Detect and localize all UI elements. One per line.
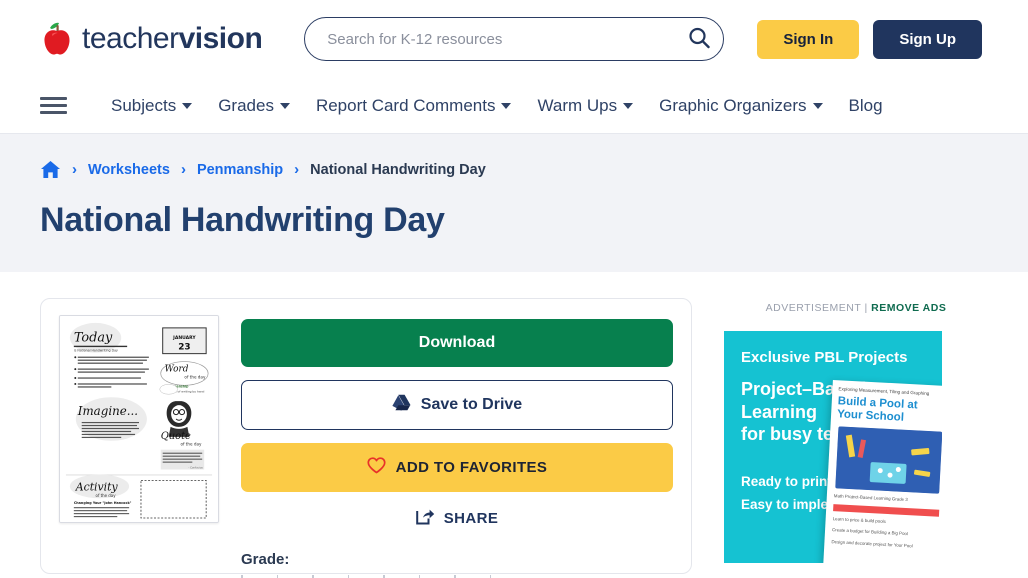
heart-icon: [367, 457, 386, 478]
advertisement-column: ADVERTISEMENT | REMOVE ADS Exclusive PBL…: [724, 298, 988, 574]
resource-card: Today is National Handwriting Day JANUAR…: [40, 298, 692, 578]
svg-text:of the day: of the day: [184, 374, 206, 379]
hamburger-icon[interactable]: [40, 97, 67, 114]
svg-text:Activity: Activity: [75, 480, 119, 493]
ad-book-title: Build a Pool at Your School: [836, 395, 918, 424]
chevron-down-icon: [501, 102, 512, 109]
main-navigation: Subjects Grades Report Card Comments War…: [0, 78, 1028, 134]
share-button[interactable]: SHARE: [241, 496, 673, 541]
save-to-drive-label: Save to Drive: [420, 396, 523, 413]
search-button[interactable]: [688, 27, 710, 52]
nav-label: Blog: [848, 95, 883, 115]
breadcrumb: › Worksheets › Penmanship › National Han…: [40, 160, 988, 179]
sign-in-button[interactable]: Sign In: [757, 19, 860, 59]
svg-text:- Confucius: - Confucius: [188, 466, 203, 470]
logo-word-teacher: teacher: [82, 22, 179, 55]
nav-label: Grades: [218, 95, 274, 115]
svg-text:Word: Word: [165, 364, 189, 374]
ad-book-artwork: [835, 426, 942, 494]
breadcrumb-separator: ›: [180, 161, 186, 178]
download-button[interactable]: Download: [241, 319, 673, 367]
svg-text:JANUARY: JANUARY: [172, 335, 196, 341]
hero-band: › Worksheets › Penmanship › National Han…: [0, 134, 1028, 272]
share-icon: [415, 508, 435, 529]
svg-text:of the day: of the day: [180, 442, 202, 447]
add-to-favorites-label: ADD TO FAVORITES: [395, 459, 548, 476]
page-title: National Handwriting Day: [40, 201, 445, 239]
breadcrumb-separator: ›: [294, 161, 300, 178]
breadcrumb-separator: ›: [72, 161, 77, 178]
nav-item-grades[interactable]: Grades: [218, 96, 290, 116]
svg-text:Quote: Quote: [161, 431, 191, 442]
logo-word-vision: vision: [178, 22, 263, 55]
svg-text:is National Handwriting Day: is National Handwriting Day: [74, 349, 118, 353]
site-header: teachervision Sign In Sign Up: [0, 0, 1028, 78]
grade-label: Grade:: [241, 551, 290, 568]
nav-item-subjects[interactable]: Subjects: [111, 95, 193, 116]
nav-label: Report Card Comments: [315, 95, 496, 115]
hamburger-bar: [40, 111, 67, 114]
chevron-down-icon: [623, 102, 634, 109]
svg-text:Today: Today: [74, 331, 113, 346]
nav-label: Graphic Organizers: [659, 95, 807, 115]
nav-label: Warm Ups: [537, 95, 618, 115]
advertisement-label: ADVERTISEMENT: [765, 302, 862, 314]
worksheet-thumbnail[interactable]: Today is National Handwriting Day JANUAR…: [59, 315, 219, 523]
advertisement-divider: |: [864, 302, 868, 314]
advertisement-banner[interactable]: Exclusive PBL Projects Project–Based Lea…: [724, 331, 942, 563]
search-input[interactable]: [304, 17, 725, 61]
nav-label: Subjects: [111, 95, 177, 115]
share-label: SHARE: [443, 510, 499, 527]
google-drive-icon: [392, 394, 411, 416]
apple-icon: [40, 21, 74, 57]
ad-book-image: Exploring Measurement, Tiling and Graphi…: [823, 379, 942, 563]
site-logo[interactable]: teachervision: [40, 21, 263, 57]
action-buttons: Download Save to Drive ADD TO FAVORITES …: [241, 315, 673, 578]
svg-text:of the day: of the day: [96, 493, 117, 498]
chevron-down-icon: [812, 102, 823, 109]
nav-item-graphic-organizers[interactable]: Graphic Organizers: [659, 95, 823, 116]
nav-item-warm-ups[interactable]: Warm Ups: [537, 95, 634, 116]
sign-up-button[interactable]: Sign Up: [873, 19, 982, 59]
nav-item-blog[interactable]: Blog: [849, 96, 883, 116]
page-root: teachervision Sign In Sign Up: [0, 0, 1028, 578]
header-actions: Sign In Sign Up: [757, 19, 982, 59]
advertisement-header: ADVERTISEMENT | REMOVE ADS: [724, 302, 988, 314]
breadcrumb-item-penmanship[interactable]: Penmanship: [197, 162, 283, 178]
save-to-drive-button[interactable]: Save to Drive: [241, 380, 673, 430]
search-icon: [688, 27, 710, 52]
add-to-favorites-button[interactable]: ADD TO FAVORITES: [241, 443, 673, 492]
svg-text:Imagine...: Imagine...: [77, 404, 138, 418]
nav-item-report-card-comments[interactable]: Report Card Comments: [316, 96, 512, 116]
svg-text:Changing Your "John Hancock": Changing Your "John Hancock": [74, 501, 132, 505]
breadcrumb-item-worksheets[interactable]: Worksheets: [88, 162, 170, 178]
remove-ads-link[interactable]: REMOVE ADS: [871, 302, 946, 314]
chevron-down-icon: [279, 102, 290, 109]
home-icon[interactable]: [40, 160, 61, 179]
hamburger-bar: [40, 104, 67, 107]
search-bar[interactable]: [304, 17, 725, 61]
ad-kicker: Exclusive PBL Projects: [741, 349, 908, 366]
main-content: Today is National Handwriting Day JANUAR…: [0, 272, 1028, 578]
hamburger-bar: [40, 97, 67, 100]
chevron-down-icon: [182, 102, 193, 109]
logo-wordmark: teachervision: [82, 22, 263, 56]
breadcrumb-item-current: National Handwriting Day: [310, 161, 486, 178]
svg-text:23: 23: [178, 343, 190, 353]
